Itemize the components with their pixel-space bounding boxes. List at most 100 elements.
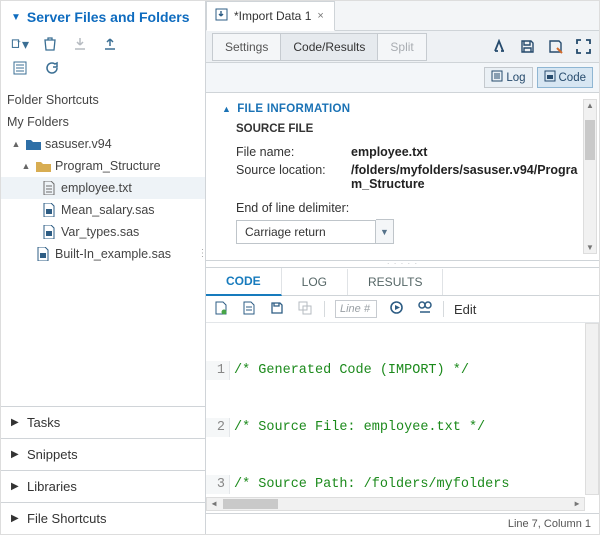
- mode-split[interactable]: Split: [378, 33, 426, 61]
- document-tabbar: *Import Data 1 ×: [206, 1, 599, 31]
- sidebar-title: Server Files and Folders: [27, 9, 190, 25]
- new-code-icon[interactable]: [212, 301, 230, 318]
- refresh-icon[interactable]: [43, 59, 61, 77]
- delete-icon[interactable]: [41, 35, 59, 53]
- kv-filename: File name: employee.txt: [236, 145, 579, 159]
- upload-icon[interactable]: [101, 35, 119, 53]
- expand-right-icon: ▶: [11, 449, 21, 460]
- sidebar-header[interactable]: ▼ Server Files and Folders: [1, 1, 205, 31]
- copy-icon[interactable]: [296, 301, 314, 318]
- eol-label: End of line delimiter:: [236, 201, 579, 215]
- tree-file-employee[interactable]: employee.txt: [1, 177, 205, 199]
- download-icon[interactable]: [71, 35, 89, 53]
- close-icon[interactable]: ×: [317, 10, 323, 22]
- code-editor[interactable]: 1/* Generated Code (IMPORT) */ 2/* Sourc…: [206, 323, 599, 513]
- sourceloc-label: Source location:: [236, 163, 351, 191]
- tree-file-mean-salary[interactable]: Mean_salary.sas: [1, 199, 205, 221]
- scrollbar-thumb[interactable]: [223, 499, 278, 509]
- properties-icon[interactable]: [11, 59, 29, 77]
- mode-settings[interactable]: Settings: [212, 33, 281, 61]
- splitter-handle[interactable]: · · · · ·: [206, 261, 599, 268]
- filename-label: File name:: [236, 145, 351, 159]
- vertical-scrollbar[interactable]: ▲ ▼: [583, 99, 597, 254]
- chip-label: Code: [559, 72, 587, 84]
- goto-line-icon[interactable]: [387, 300, 405, 318]
- chip-log[interactable]: Log: [484, 67, 532, 88]
- tree-folder-sasuser[interactable]: ▲ sasuser.v94: [1, 133, 205, 155]
- chevron-down-icon: ▼: [11, 9, 21, 23]
- tab-code[interactable]: CODE: [206, 268, 282, 296]
- code-tabs: CODE LOG RESULTS: [206, 268, 599, 296]
- editor-horizontal-scrollbar[interactable]: ◀ ▶: [206, 497, 585, 511]
- eol-select: Carriage return ▼: [236, 219, 579, 244]
- gutter: 2: [206, 418, 230, 437]
- tab-results[interactable]: RESULTS: [348, 269, 443, 295]
- separator: [324, 301, 325, 317]
- svg-text:+: +: [17, 38, 21, 45]
- scrollbar-thumb[interactable]: [585, 120, 595, 160]
- file-information-pane: ▲ FILE INFORMATION SOURCE FILE File name…: [206, 93, 599, 261]
- log-code-chip-row: Log Code: [206, 63, 599, 93]
- run-icon[interactable]: [489, 37, 509, 57]
- dropdown-icon[interactable]: ▼: [376, 219, 394, 244]
- app-root: ▼ Server Files and Folders +▾: [0, 0, 600, 535]
- scroll-up-icon[interactable]: ▲: [584, 101, 596, 110]
- tree-label: Built-In_example.sas: [55, 243, 171, 265]
- line-number-input[interactable]: Line #: [335, 300, 377, 318]
- collapse-icon: ▲: [222, 104, 231, 114]
- find-icon[interactable]: [415, 300, 433, 318]
- eol-selected-value[interactable]: Carriage return: [236, 220, 376, 244]
- collapsed-sections: ▶ Tasks ▶ Snippets ▶ Libraries ▶ File Sh…: [1, 406, 205, 534]
- code-line: /* Source File: employee.txt */: [230, 418, 485, 437]
- section-tasks[interactable]: ▶ Tasks: [1, 407, 205, 438]
- collapse-icon[interactable]: ▲: [11, 133, 21, 155]
- sidebar-toolbar-row2: [1, 59, 205, 85]
- scroll-left-icon[interactable]: ◀: [207, 498, 221, 510]
- tree-file-builtin-example[interactable]: Built-In_example.sas ⋮: [1, 243, 205, 265]
- main-panel: *Import Data 1 × Settings Code/Results S…: [206, 1, 599, 534]
- my-folders-row[interactable]: My Folders: [1, 111, 205, 133]
- document-tab[interactable]: *Import Data 1 ×: [206, 1, 335, 31]
- scroll-right-icon[interactable]: ▶: [570, 498, 584, 510]
- sourceloc-value: /folders/myfolders/sasuser.v94/Program_S…: [351, 163, 579, 191]
- open-code-icon[interactable]: [240, 301, 258, 318]
- sas-file-icon: [41, 224, 57, 240]
- sidebar: ▼ Server Files and Folders +▾: [1, 1, 206, 534]
- file-tree: Folder Shortcuts My Folders ▲ sasuser.v9…: [1, 85, 205, 406]
- cursor-position: Line 7, Column 1: [508, 518, 591, 530]
- new-menu-icon[interactable]: +▾: [11, 35, 29, 53]
- tree-label: Var_types.sas: [61, 221, 139, 243]
- edit-menu[interactable]: Edit: [454, 302, 476, 317]
- folder-shortcuts-row[interactable]: Folder Shortcuts: [1, 89, 205, 111]
- tab-log[interactable]: LOG: [282, 269, 348, 295]
- tree-label: Mean_salary.sas: [61, 199, 155, 221]
- tree-label: Program_Structure: [55, 155, 161, 177]
- editor-vertical-scrollbar[interactable]: [585, 323, 599, 495]
- editor-viewport: 1/* Generated Code (IMPORT) */ 2/* Sourc…: [206, 323, 585, 495]
- save-icon[interactable]: [517, 37, 537, 57]
- view-toolbar: Settings Code/Results Split: [206, 31, 599, 63]
- code-area: CODE LOG RESULTS Line #: [206, 268, 599, 534]
- code-line: /* Source Path: /folders/myfolders: [230, 475, 509, 494]
- save-as-icon[interactable]: [545, 37, 565, 57]
- collapse-icon[interactable]: ▲: [21, 155, 31, 177]
- expand-right-icon: ▶: [11, 513, 21, 524]
- mode-code-results[interactable]: Code/Results: [281, 33, 378, 61]
- expand-right-icon: ▶: [11, 417, 21, 428]
- tree-label: employee.txt: [61, 177, 132, 199]
- maximize-icon[interactable]: [573, 37, 593, 57]
- sas-file-icon: [35, 246, 51, 262]
- gutter: 3: [206, 475, 230, 494]
- save-code-icon[interactable]: [268, 301, 286, 318]
- import-icon: [215, 8, 228, 24]
- drag-handle-icon[interactable]: ⋮: [199, 243, 205, 265]
- chip-code[interactable]: Code: [537, 67, 594, 88]
- section-snippets[interactable]: ▶ Snippets: [1, 438, 205, 470]
- scroll-down-icon[interactable]: ▼: [584, 243, 596, 252]
- section-file-shortcuts[interactable]: ▶ File Shortcuts: [1, 502, 205, 534]
- file-information-heading[interactable]: ▲ FILE INFORMATION: [222, 103, 579, 115]
- tree-file-var-types[interactable]: Var_types.sas: [1, 221, 205, 243]
- tree-folder-program-structure[interactable]: ▲ Program_Structure: [1, 155, 205, 177]
- status-bar: Line 7, Column 1: [206, 513, 599, 534]
- section-libraries[interactable]: ▶ Libraries: [1, 470, 205, 502]
